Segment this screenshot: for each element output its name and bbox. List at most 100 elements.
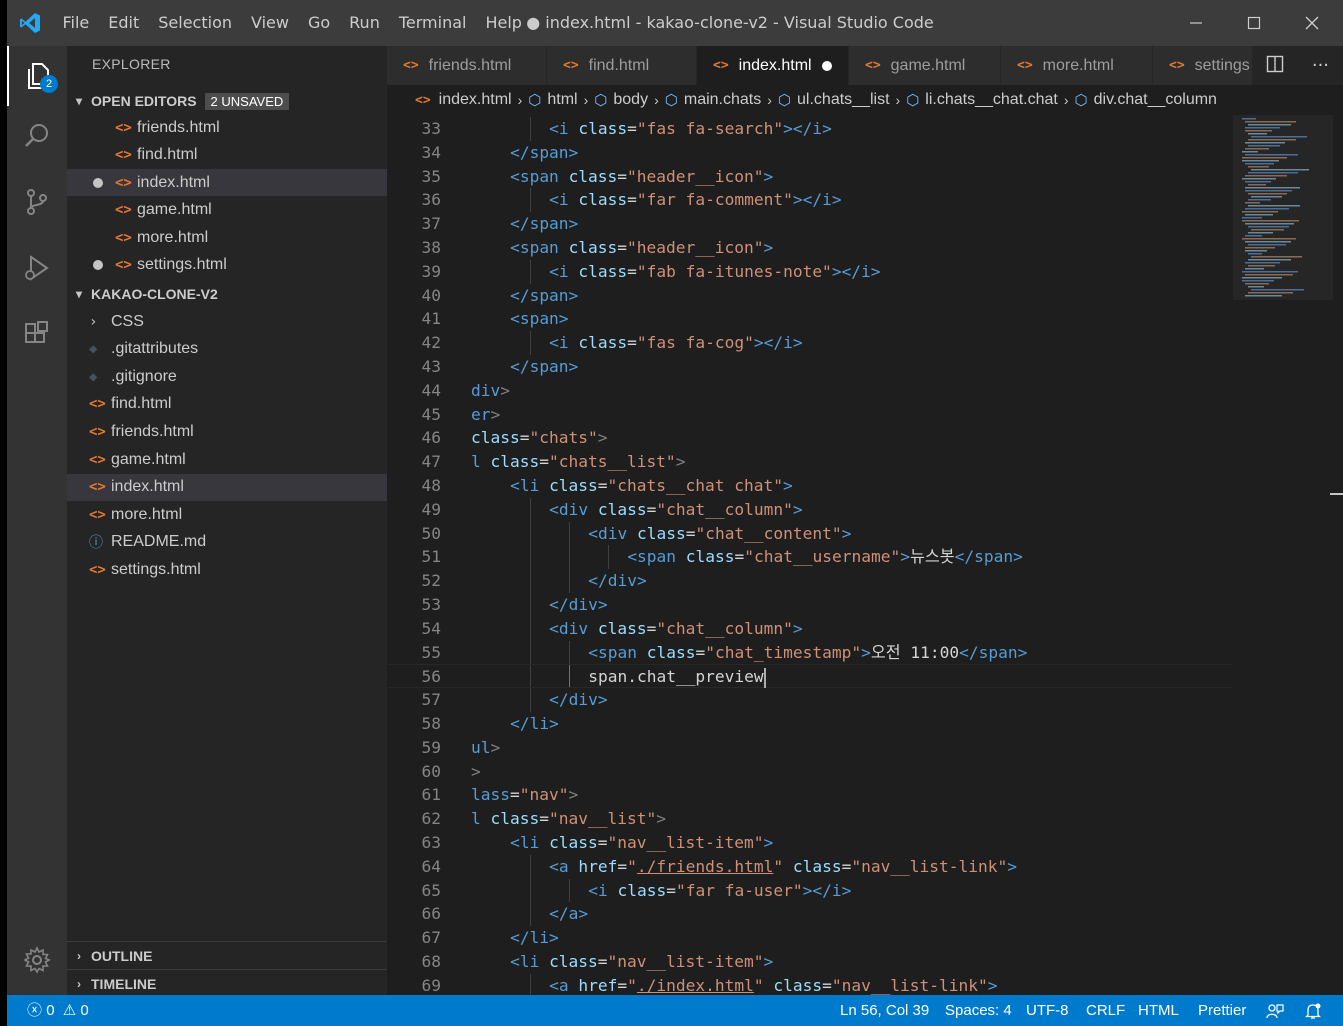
- open-editors-header[interactable]: ▾ OPEN EDITORS 2 UNSAVED: [67, 87, 387, 115]
- code-token: >: [841, 523, 852, 543]
- file-item[interactable]: ⓘ README.md: [67, 529, 387, 556]
- code-token: >: [792, 499, 803, 519]
- minimap-line: [1248, 166, 1269, 168]
- cursor-position[interactable]: Ln 56, Col 39: [840, 995, 929, 1026]
- code-token: <a: [549, 856, 579, 876]
- code-token: class: [617, 880, 667, 900]
- folder-item[interactable]: › CSS: [67, 308, 387, 335]
- tab-settings[interactable]: <> settings: [1153, 46, 1263, 85]
- error-icon: ⓧ: [27, 1002, 43, 1019]
- open-editor-item[interactable]: <> index.html: [67, 169, 387, 196]
- menu-selection[interactable]: Selection: [149, 0, 242, 46]
- breadcrumb-item[interactable]: ⬡ main.chats: [665, 91, 761, 109]
- code-token: >: [763, 238, 774, 257]
- menu-file[interactable]: File: [53, 0, 99, 46]
- file-item[interactable]: <> game.html: [67, 446, 387, 473]
- tab-game[interactable]: <> game.html: [849, 46, 1001, 85]
- breadcrumb-item[interactable]: <> index.html: [415, 91, 512, 109]
- file-item[interactable]: <> settings.html: [67, 556, 387, 583]
- menu-help[interactable]: Help: [476, 0, 531, 46]
- project-header[interactable]: ▾ KAKAO-CLONE-V2: [67, 280, 387, 308]
- close-button[interactable]: [1283, 0, 1341, 46]
- minimap-line: [1245, 274, 1293, 276]
- code-editor[interactable]: 33 <i class="fas fa-search"></i> 34 </span>…: [387, 115, 1343, 995]
- open-editor-item[interactable]: <> friends.html: [67, 114, 387, 141]
- code-text: <span class="chat__username">뉴스봇</span>: [627, 545, 1023, 569]
- html-file-icon: <>: [115, 174, 132, 191]
- search-icon[interactable]: [7, 106, 67, 166]
- run-debug-icon[interactable]: [7, 238, 67, 298]
- code-line: 50 <div class="chat__content">: [387, 522, 1233, 546]
- file-item[interactable]: <> friends.html: [67, 418, 387, 445]
- html-file-icon: <>: [115, 119, 132, 136]
- line-number: 39: [421, 261, 442, 281]
- chevron-right-icon: ›: [77, 977, 81, 991]
- menu-terminal[interactable]: Terminal: [389, 0, 476, 46]
- line-number: 55: [421, 642, 442, 662]
- tab-more[interactable]: <> more.html: [1001, 46, 1153, 85]
- code-token: =: [627, 190, 637, 210]
- vscode-logo-icon[interactable]: [7, 0, 53, 46]
- feedback-icon[interactable]: [1266, 995, 1284, 1026]
- breadcrumb-item[interactable]: ⬡ html: [528, 91, 577, 109]
- breadcrumb-item[interactable]: ⬡ ul.chats__list: [778, 91, 890, 109]
- minimap-line: [1251, 169, 1309, 171]
- breadcrumb-item[interactable]: ⬡ div.chat__column: [1075, 91, 1217, 109]
- minimap-line: [1248, 172, 1298, 174]
- tab-index[interactable]: <> index.html: [697, 46, 849, 85]
- code-token: "fab fa-itunes-note": [636, 261, 832, 281]
- minimap-line: [1245, 250, 1267, 252]
- notifications-bell-icon[interactable]: [1304, 995, 1322, 1026]
- open-editor-label: more.html: [137, 228, 209, 246]
- language-mode[interactable]: HTML: [1138, 995, 1179, 1026]
- more-actions-icon[interactable]: ···: [1312, 55, 1329, 76]
- file-item[interactable]: <> index.html: [67, 473, 387, 501]
- line-number: 51: [421, 547, 442, 567]
- prettier-status[interactable]: Prettier: [1198, 995, 1246, 1026]
- gear-icon[interactable]: [7, 930, 67, 990]
- open-editor-item[interactable]: <> game.html: [67, 197, 387, 224]
- code-text: class="chats">: [471, 426, 607, 450]
- code-text: l class="nav__list">: [471, 807, 666, 831]
- code-line: 40 </span>: [387, 284, 1233, 308]
- open-editor-item[interactable]: <> settings.html: [67, 252, 387, 279]
- breadcrumb-item[interactable]: ⬡ li.chats__chat.chat: [906, 91, 1058, 109]
- line-number: 45: [421, 404, 442, 424]
- tab-friends[interactable]: <> friends.html: [387, 46, 547, 85]
- file-label: CSS: [111, 312, 144, 330]
- minimize-button[interactable]: [1167, 0, 1225, 46]
- explorer-files-icon[interactable]: 2: [7, 46, 67, 106]
- file-item[interactable]: ◆ .gitignore: [67, 363, 387, 390]
- minimap-line: [1248, 259, 1291, 261]
- file-item[interactable]: <> more.html: [67, 501, 387, 528]
- code-token: </span>: [510, 214, 579, 234]
- minimap-line: [1242, 151, 1258, 153]
- menu-view[interactable]: View: [242, 0, 299, 46]
- source-control-icon[interactable]: [7, 172, 67, 232]
- split-editor-icon[interactable]: [1266, 55, 1284, 77]
- tab-find[interactable]: <> find.html: [547, 46, 697, 85]
- minimap-line: [1242, 118, 1256, 120]
- code-text: <div class="chat__column">: [549, 498, 802, 522]
- open-editor-item[interactable]: <> find.html: [67, 142, 387, 169]
- menu-go[interactable]: Go: [298, 0, 339, 46]
- extensions-icon[interactable]: [7, 304, 67, 364]
- code-text: lass="nav">: [471, 783, 578, 807]
- outline-header[interactable]: › OUTLINE: [67, 942, 387, 970]
- encoding[interactable]: UTF-8: [1026, 995, 1069, 1026]
- breadcrumb-item[interactable]: ⬡ body: [594, 91, 648, 109]
- line-ending[interactable]: CRLF: [1086, 995, 1125, 1026]
- code-token: </i>: [763, 333, 803, 353]
- minimap[interactable]: [1233, 115, 1343, 995]
- menu-edit[interactable]: Edit: [99, 0, 149, 46]
- open-editor-item[interactable]: <> more.html: [67, 224, 387, 251]
- file-item[interactable]: <> find.html: [67, 391, 387, 418]
- menu-run[interactable]: Run: [340, 0, 390, 46]
- line-number: 59: [421, 737, 442, 757]
- maximize-button[interactable]: [1225, 0, 1283, 46]
- indentation[interactable]: Spaces: 4: [945, 995, 1012, 1026]
- problems-indicator[interactable]: ⓧ 0 ⚠ 0: [27, 995, 89, 1026]
- timeline-header[interactable]: › TIMELINE: [67, 970, 387, 998]
- file-item[interactable]: ◆ .gitattributes: [67, 336, 387, 363]
- code-token: l: [471, 452, 491, 472]
